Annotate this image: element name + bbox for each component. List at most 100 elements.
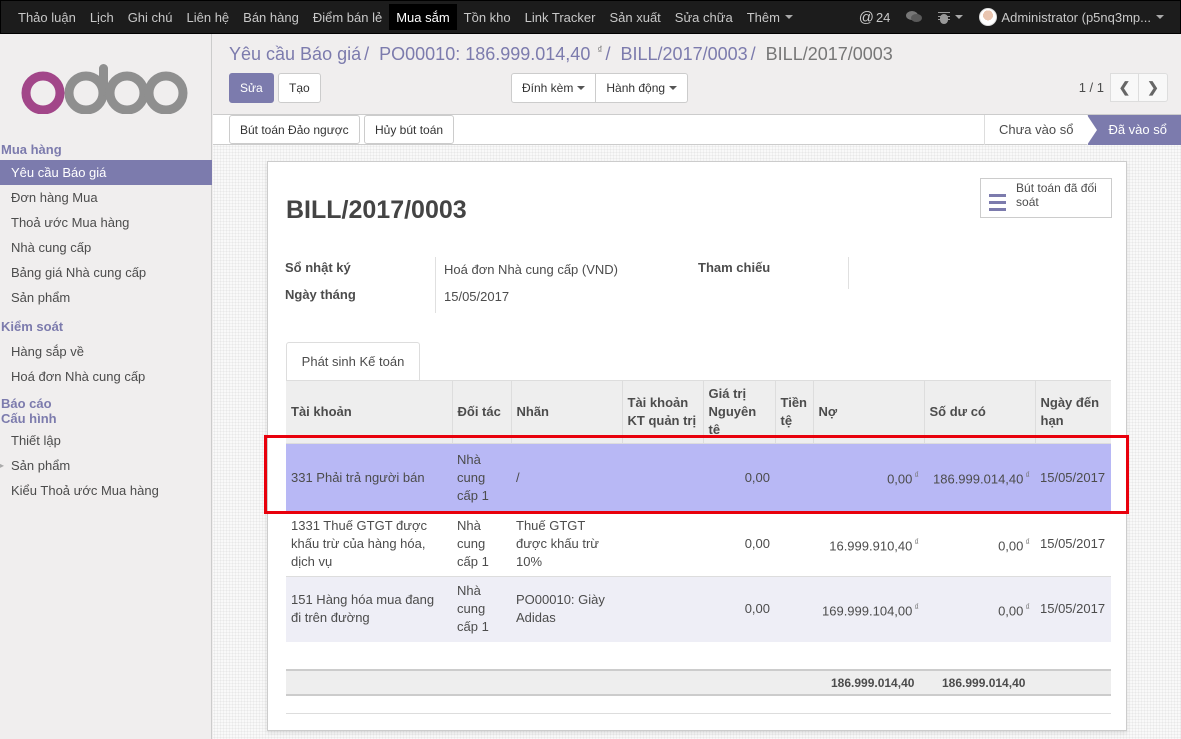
table-bottom-divider — [286, 713, 1111, 714]
table-totals-row: 186.999.014,40 186.999.014,40 — [286, 669, 1111, 696]
cell-account: 151 Hàng hóa mua đang đi trên đường — [286, 576, 452, 642]
journal-items-table: Tài khoản Đối tác Nhãn Tài khoản KT quản… — [286, 381, 1111, 642]
form-statusbar: Bút toán Đảo ngược Hủy bút toán Chưa vào… — [213, 115, 1181, 145]
date-value[interactable]: 15/05/2017 — [444, 289, 509, 304]
column-header-label[interactable]: Nhãn — [510, 381, 622, 444]
column-header-account[interactable]: Tài khoản — [286, 381, 452, 444]
journal-label: Sổ nhật ký — [285, 260, 351, 275]
sidebar-item-kieu-thoa-uoc[interactable]: Kiểu Thoả ước Mua hàng — [0, 478, 212, 503]
sidebar-item-san-pham-config[interactable]: ▸ Sản phẩm — [0, 453, 212, 478]
cell-currency — [775, 443, 813, 512]
breadcrumb-po[interactable]: PO00010: 186.999.014,40 ₫ — [379, 44, 602, 64]
sidebar-item-hoa-don-ncc[interactable]: Hoá đơn Nhà cung cấp — [0, 364, 212, 389]
debug-menu-button[interactable] — [930, 10, 971, 24]
bullet-icon: ▸ — [0, 461, 5, 470]
currency-symbol: ₫ — [1025, 602, 1030, 613]
journal-value[interactable]: Hoá đơn Nhà cung cấp (VND) — [444, 262, 618, 277]
menu-diem-ban-le[interactable]: Điểm bán lẻ — [306, 1, 389, 33]
menu-ban-hang[interactable]: Bán hàng — [236, 1, 306, 33]
menu-more[interactable]: Thêm — [740, 1, 800, 33]
cell-debit: 16.999.910,40 ₫ — [813, 511, 924, 577]
credit-value: 0,00 — [998, 603, 1024, 619]
field-divider — [435, 257, 436, 313]
sidebar-item-hang-sap-ve[interactable]: Hàng sắp về — [0, 339, 212, 364]
stage-draft: Chưa vào sổ — [983, 115, 1087, 145]
menu-mua-sam[interactable]: Mua sắm — [389, 4, 457, 30]
cell-amount-currency: 0,00 — [703, 511, 775, 577]
credit-value: 186.999.014,40 — [933, 471, 1024, 487]
page-title: BILL/2017/0003 — [286, 196, 467, 224]
sidebar-item-nha-cung-cap[interactable]: Nhà cung cấp — [0, 235, 212, 260]
avatar — [979, 8, 998, 26]
column-header-due-date[interactable]: Ngày đến hạn — [1034, 381, 1111, 444]
cell-account: 331 Phải trả người bán — [286, 443, 452, 512]
status-stages: Chưa vào sổ Đã vào sổ — [983, 115, 1181, 145]
menu-san-xuat[interactable]: Sản xuất — [602, 1, 667, 33]
menu-ghi-chu[interactable]: Ghi chú — [121, 1, 180, 33]
menu-link-tracker[interactable]: Link Tracker — [518, 1, 603, 33]
date-label: Ngày tháng — [285, 287, 356, 302]
cell-label: / — [511, 443, 622, 512]
at-icon: @ — [858, 8, 874, 26]
chevron-left-icon: ❮ — [1118, 79, 1131, 95]
column-header-analytic[interactable]: Tài khoản KT quản trị — [621, 381, 703, 444]
reverse-entry-button[interactable]: Bút toán Đảo ngược — [229, 115, 360, 144]
user-menu[interactable]: Administrator (p5nq3mp... — [971, 8, 1172, 26]
sidebar-item-san-pham[interactable]: Sản phẩm — [0, 285, 212, 310]
sidebar-item-don-hang-mua[interactable]: Đơn hàng Mua — [0, 185, 212, 210]
sidebar-item-thoa-uoc-mua-hang[interactable]: Thoả ước Mua hàng — [0, 210, 212, 235]
create-button[interactable]: Tạo — [278, 73, 321, 103]
chat-button[interactable] — [898, 11, 930, 23]
mentions-button[interactable]: @ 24 — [851, 9, 899, 26]
caret-down-icon — [955, 15, 964, 19]
table-header-row: Tài khoản Đối tác Nhãn Tài khoản KT quản… — [286, 381, 1111, 444]
chat-icon — [906, 11, 923, 23]
pager-next-button[interactable]: ❯ — [1139, 73, 1168, 102]
user-name: Administrator (p5nq3mp... — [1001, 9, 1151, 25]
column-header-debit[interactable]: Nợ — [812, 381, 924, 444]
table-row[interactable]: 1331 Thuế GTGT được khấu trừ của hàng hó… — [286, 511, 1111, 577]
table-row[interactable]: 331 Phải trả người bán Nhà cung cấp 1 / … — [286, 443, 1111, 512]
sidebar-item-bang-gia-ncc[interactable]: Bảng giá Nhà cung cấp — [0, 260, 212, 285]
pager-value[interactable]: 1 / 1 — [1079, 80, 1104, 95]
sidebar: Mua hàng Yêu cầu Báo giá Đơn hàng Mua Th… — [0, 34, 212, 739]
form-sheet: Bút toán đã đối soát BILL/2017/0003 Sổ n… — [267, 161, 1127, 731]
section-mua-hang: Mua hàng — [1, 142, 62, 157]
menu-thao-luan[interactable]: Thảo luận — [11, 1, 83, 33]
pager-previous-button[interactable]: ❮ — [1110, 73, 1139, 102]
action-dropdown[interactable]: Hành động — [596, 73, 689, 103]
field-divider — [848, 257, 849, 289]
column-header-partner[interactable]: Đối tác — [451, 381, 511, 444]
breadcrumb-separator: / — [605, 44, 611, 64]
currency-symbol: ₫ — [597, 45, 603, 56]
total-credit: 186.999.014,40 — [942, 676, 1026, 690]
odoo-logo[interactable] — [18, 64, 188, 114]
menu-ton-kho[interactable]: Tồn kho — [457, 1, 518, 33]
menu-sua-chua[interactable]: Sửa chữa — [668, 1, 740, 33]
table-row[interactable]: 151 Hàng hóa mua đang đi trên đường Nhà … — [286, 576, 1111, 642]
edit-button[interactable]: Sửa — [229, 73, 274, 103]
sidebar-item-thiet-lap[interactable]: Thiết lập — [0, 428, 212, 453]
debit-value: 16.999.910,40 — [829, 538, 913, 554]
app-menu: Thảo luận Lịch Ghi chú Liên hệ Bán hàng … — [1, 1, 800, 33]
breadcrumb-bill[interactable]: BILL/2017/0003 — [621, 44, 748, 64]
cell-debit: 169.999.104,00 ₫ — [813, 576, 924, 642]
column-header-amount-currency[interactable]: Giá trị Nguyên tệ — [702, 381, 775, 444]
currency-symbol: ₫ — [914, 470, 919, 481]
column-header-currency[interactable]: Tiền tệ — [774, 381, 813, 444]
reconciled-entries-button[interactable]: Bút toán đã đối soát — [980, 178, 1112, 218]
breadcrumb-yeu-cau-bao-gia[interactable]: Yêu cầu Báo giá — [229, 44, 361, 64]
cell-currency — [775, 511, 813, 577]
section-bao-cao[interactable]: Báo cáo — [0, 389, 212, 411]
menu-lien-he[interactable]: Liên hệ — [180, 1, 237, 33]
sidebar-item-yeu-cau-bao-gia[interactable]: Yêu cầu Báo giá — [0, 160, 212, 185]
currency-symbol: ₫ — [1025, 536, 1030, 547]
more-label: Thêm — [746, 9, 780, 25]
attachment-dropdown[interactable]: Đính kèm — [511, 73, 597, 103]
breadcrumb: Yêu cầu Báo giá / PO00010: 186.999.014,40… — [229, 44, 893, 65]
cell-amount-currency: 0,00 — [703, 576, 775, 642]
column-header-credit[interactable]: Số dư có — [923, 381, 1035, 444]
cancel-entry-button[interactable]: Hủy bút toán — [364, 115, 455, 144]
tab-journal-items[interactable]: Phát sinh Kế toán — [286, 342, 420, 380]
menu-lich[interactable]: Lịch — [83, 1, 121, 33]
